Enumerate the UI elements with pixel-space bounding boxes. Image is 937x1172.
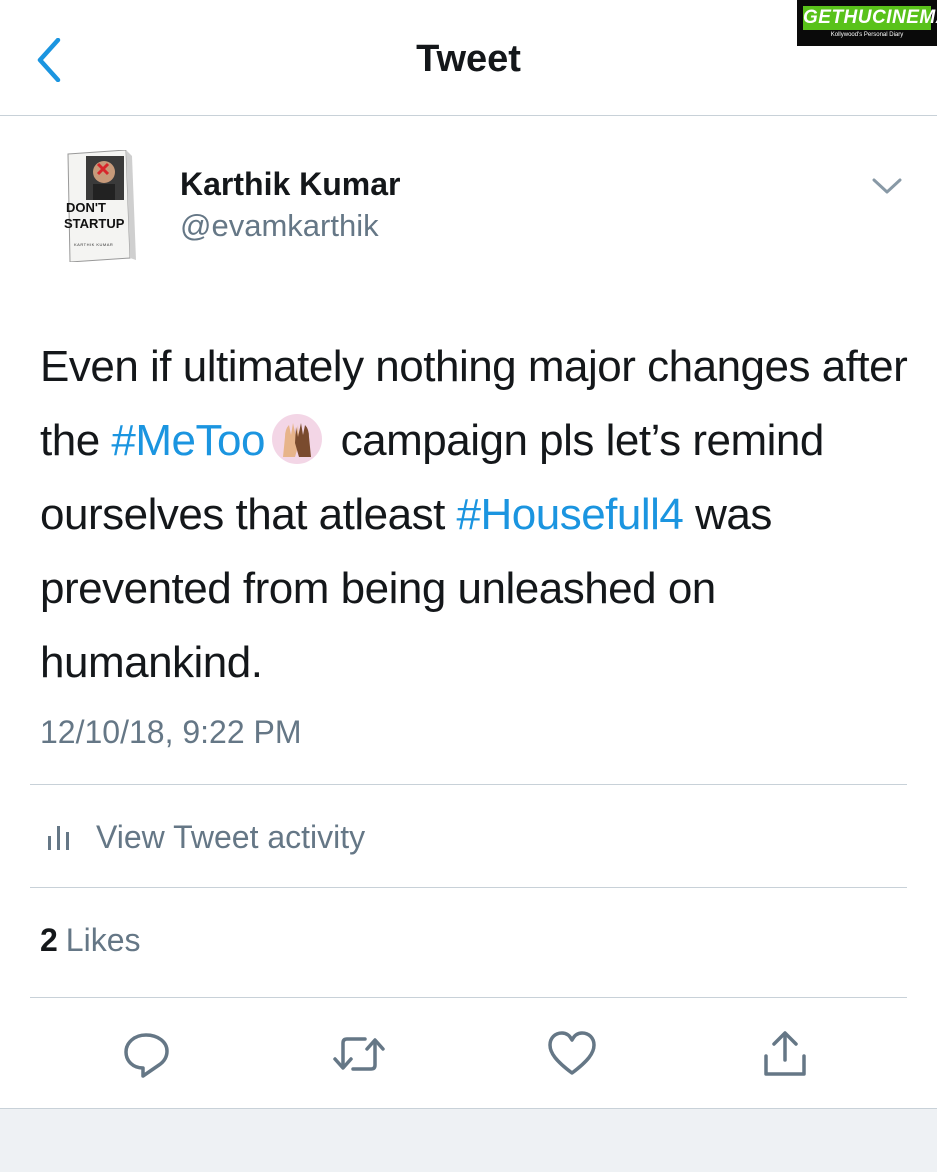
avatar[interactable]: DON'T STARTUP KARTHIK KUMAR <box>60 149 148 263</box>
chevron-down-icon <box>872 178 902 194</box>
likes-count: 2 <box>40 922 58 958</box>
likes-label: Likes <box>65 922 141 958</box>
view-tweet-activity-button[interactable]: View Tweet activity <box>46 812 365 862</box>
avatar-text-author: KARTHIK KUMAR <box>74 242 114 247</box>
tweet-text: Even if ultimately nothing major changes… <box>40 330 910 700</box>
retweet-button[interactable] <box>331 1026 387 1082</box>
analytics-icon <box>48 826 69 850</box>
raised-hands-emoji-icon <box>271 413 323 465</box>
retweet-icon <box>333 1037 385 1071</box>
divider <box>30 887 907 888</box>
likes-summary[interactable]: 2 Likes <box>40 922 141 959</box>
watermark-subtext: Kollywood's Personal Diary <box>830 32 904 38</box>
avatar-text-dont: DON'T <box>66 200 106 215</box>
author-handle[interactable]: @evamkarthik <box>180 208 379 244</box>
tweet-timestamp: 12/10/18, 9:22 PM <box>40 714 302 750</box>
hashtag-housefull4[interactable]: #Housefull4 <box>457 490 684 539</box>
divider <box>30 997 907 998</box>
share-button[interactable] <box>757 1026 813 1082</box>
watermark-text: GETHUCINEMA <box>803 6 937 30</box>
more-options-button[interactable] <box>870 176 904 198</box>
share-icon <box>764 1031 806 1076</box>
divider <box>30 784 907 785</box>
watermark-logo: GETHUCINEMA Kollywood's Personal Diary <box>797 0 937 46</box>
bottom-area <box>0 1108 937 1172</box>
activity-label: View Tweet activity <box>96 818 366 855</box>
like-button[interactable] <box>544 1026 600 1082</box>
avatar-text-startup: STARTUP <box>64 216 125 231</box>
hashtag-metoo[interactable]: #MeToo <box>111 416 265 465</box>
author-name[interactable]: Karthik Kumar <box>180 166 401 203</box>
reply-button[interactable] <box>118 1026 174 1082</box>
like-icon <box>548 1031 596 1075</box>
reply-icon <box>124 1033 169 1078</box>
